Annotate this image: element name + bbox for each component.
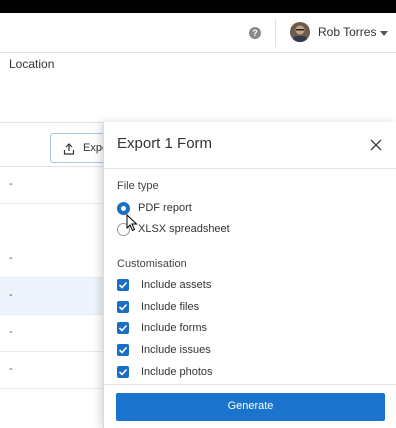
table-row[interactable]: -	[0, 167, 104, 204]
checkbox[interactable]	[117, 322, 129, 334]
upload-icon	[63, 142, 75, 155]
checkbox-label: Include files	[141, 301, 200, 313]
checkbox-label: Include assets	[141, 279, 212, 291]
checkbox[interactable]	[117, 279, 129, 291]
table-row[interactable]: -	[0, 278, 104, 315]
table-cell: -	[9, 289, 13, 301]
mouse-cursor-icon	[126, 213, 138, 232]
table-cell: -	[9, 252, 13, 264]
customisation-label: Customisation	[117, 258, 187, 270]
background-table: - - - - -	[0, 122, 104, 428]
checkbox[interactable]	[117, 344, 129, 356]
checkbox-label: Include issues	[141, 344, 211, 356]
checkbox-label: Include forms	[141, 322, 208, 334]
top-header: ? Rob Torres	[0, 13, 396, 53]
generate-button-label: Generate	[227, 400, 274, 412]
export-panel: Export 1 Form File type PDF report XLSX …	[103, 122, 396, 428]
footer-divider	[104, 384, 396, 385]
user-name[interactable]: Rob Torres	[318, 25, 376, 39]
table-cell: -	[9, 363, 13, 375]
panel-divider	[104, 168, 396, 169]
table-cell: -	[9, 178, 13, 190]
chevron-down-icon[interactable]	[380, 31, 388, 36]
panel-title: Export 1 Form	[117, 135, 213, 152]
file-type-label: File type	[117, 180, 159, 192]
checkbox[interactable]	[117, 366, 129, 378]
radio-label: XLSX spreadsheet	[138, 223, 230, 235]
checkbox[interactable]	[117, 301, 129, 313]
header-divider	[275, 19, 276, 47]
top-black-bar	[0, 0, 396, 13]
table-row[interactable]: -	[0, 315, 104, 352]
table-row[interactable]: -	[0, 352, 104, 389]
radio-label: PDF report	[138, 202, 192, 214]
table-cell: -	[9, 326, 13, 338]
help-icon[interactable]: ?	[249, 27, 261, 39]
close-icon[interactable]	[370, 138, 382, 151]
avatar[interactable]	[290, 22, 310, 42]
column-header-location[interactable]: Location	[9, 57, 54, 71]
checkbox-label: Include photos	[141, 366, 213, 378]
table-row[interactable]: -	[0, 241, 104, 278]
generate-button[interactable]: Generate	[116, 393, 385, 421]
